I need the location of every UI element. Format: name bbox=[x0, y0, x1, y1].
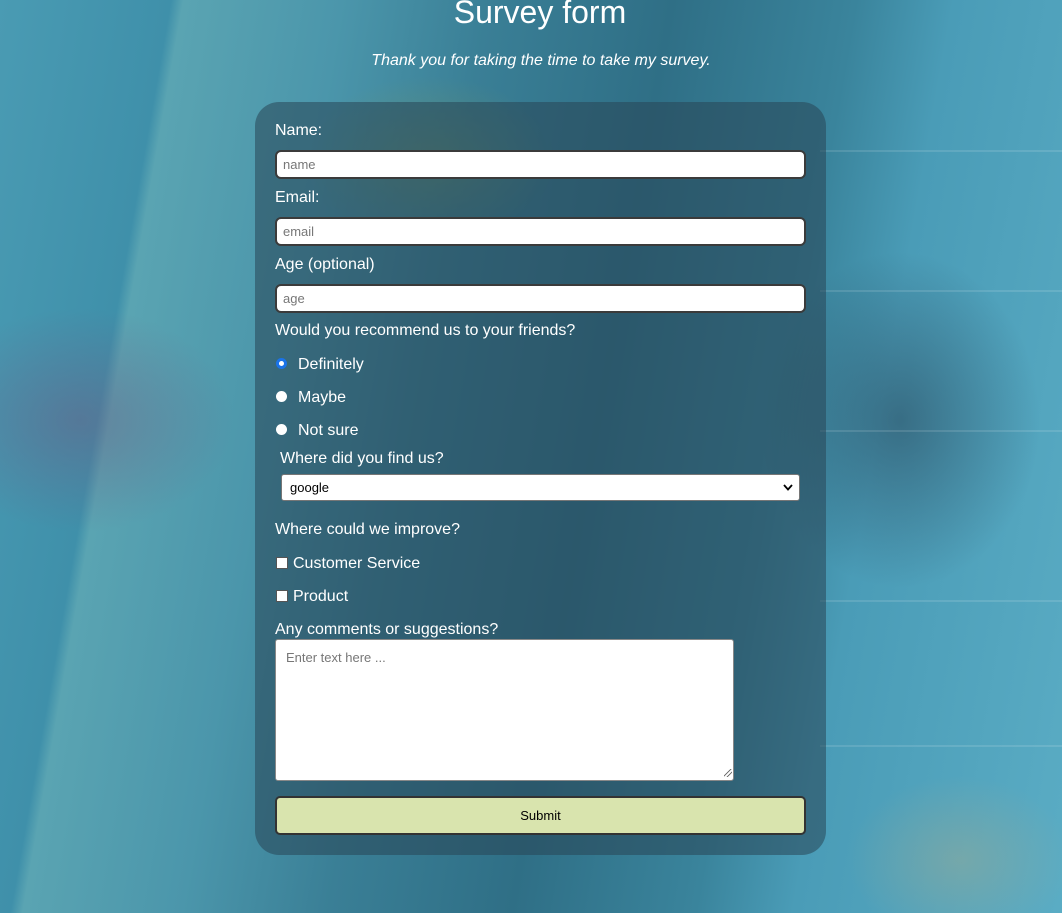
checkbox-product-label: Product bbox=[293, 588, 349, 605]
radio-not-sure-label: Not sure bbox=[298, 422, 359, 439]
email-label: Email: bbox=[275, 189, 320, 206]
radio-maybe[interactable] bbox=[276, 391, 287, 402]
resize-handle-icon[interactable] bbox=[724, 769, 732, 777]
submit-button[interactable]: Submit bbox=[275, 796, 806, 835]
radio-definitely[interactable] bbox=[276, 358, 287, 369]
recommend-question: Would you recommend us to your friends? bbox=[275, 322, 576, 339]
chevron-down-icon bbox=[783, 475, 793, 510]
source-select-value: google bbox=[290, 480, 330, 495]
radio-maybe-label: Maybe bbox=[298, 389, 347, 406]
comments-textarea[interactable] bbox=[275, 639, 734, 781]
page-title: Survey form bbox=[453, 0, 627, 30]
name-label: Name: bbox=[275, 122, 323, 139]
source-label: Where did you find us? bbox=[280, 450, 444, 467]
checkbox-customer-service-label: Customer Service bbox=[293, 555, 421, 572]
age-input[interactable] bbox=[275, 284, 806, 313]
email-input[interactable] bbox=[275, 217, 806, 246]
radio-not-sure[interactable] bbox=[276, 424, 287, 435]
comments-label: Any comments or suggestions? bbox=[275, 621, 499, 638]
checkbox-product[interactable] bbox=[276, 590, 288, 602]
improve-question: Where could we improve? bbox=[275, 521, 460, 538]
source-select[interactable]: google bbox=[281, 474, 800, 501]
radio-definitely-label: Definitely bbox=[298, 356, 364, 373]
checkbox-customer-service[interactable] bbox=[276, 557, 288, 569]
page-subtitle: Thank you for taking the time to take my… bbox=[371, 52, 711, 69]
name-input[interactable] bbox=[275, 150, 806, 179]
age-label: Age (optional) bbox=[275, 256, 375, 273]
